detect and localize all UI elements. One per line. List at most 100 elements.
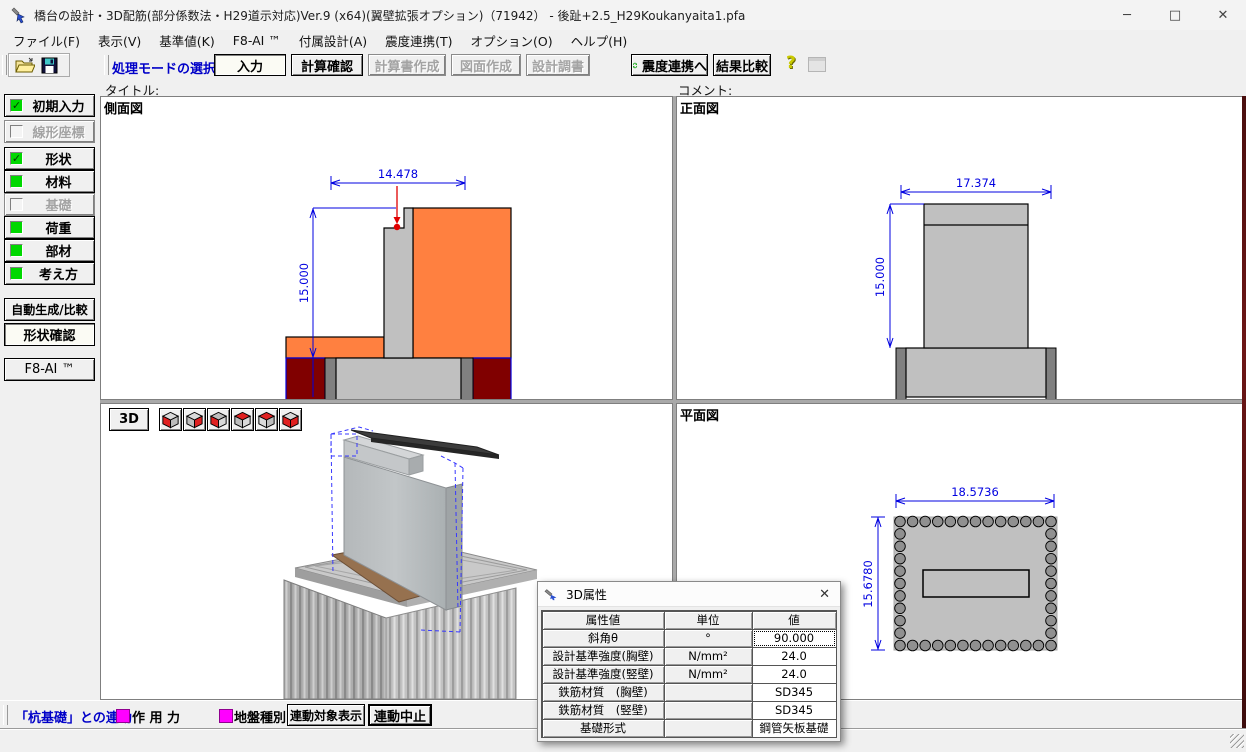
menu-file[interactable]: ファイル(F) xyxy=(4,29,89,52)
checkbox-filled-icon xyxy=(10,175,23,188)
table-header-row: 属性値 単位 値 xyxy=(542,611,836,629)
dialog-close-button[interactable]: ✕ xyxy=(815,587,834,602)
header-unit: 単位 xyxy=(664,611,753,630)
minimize-button[interactable]: ─ xyxy=(1104,0,1150,30)
pile-foundation-link-label[interactable]: 「杭基礎」との連動 xyxy=(15,707,132,726)
save-icon[interactable] xyxy=(41,57,58,74)
right-edge-artifact xyxy=(1242,96,1246,728)
side-width-dimension: 14.478 xyxy=(378,167,418,181)
abutment-wall-section xyxy=(384,208,413,358)
sidebar-item-linear-coords: 線形座標 xyxy=(4,120,95,143)
front-view-panel: 正面図 17.374 15.000 xyxy=(676,96,1246,400)
dialog-icon xyxy=(544,587,560,601)
side-view-panel: 側面図 14.478 15.000 xyxy=(100,96,673,400)
side-view-drawing: 14.478 15.000 xyxy=(101,97,672,399)
value-cell[interactable]: 90.000 xyxy=(752,629,837,648)
f8-ai-button[interactable]: F8-AI ™ xyxy=(4,358,95,381)
menu-help[interactable]: ヘルプ(H) xyxy=(562,29,637,52)
checkbox-filled-icon xyxy=(10,221,23,234)
value-cell[interactable]: 24.0 xyxy=(752,647,837,666)
seismic-link-label: 震度連携へ xyxy=(642,56,707,75)
checkbox-checked-icon: ✓ xyxy=(10,152,23,165)
side-height-dimension: 15.000 xyxy=(297,263,311,303)
checkbox-filled-icon xyxy=(10,244,23,257)
sync-icon xyxy=(632,59,638,72)
dialog-title: 3D属性 xyxy=(566,586,809,603)
seismic-link-button[interactable]: 震度連携へ xyxy=(631,54,708,76)
dialog-titlebar[interactable]: 3D属性 ✕ xyxy=(538,582,840,607)
menu-options[interactable]: オプション(O) xyxy=(462,29,562,52)
table-row: 設計基準強度(竪壁) N/mm² 24.0 xyxy=(542,665,836,683)
field-labels-row: タイトル: コメント: xyxy=(100,79,1246,96)
menu-f8ai[interactable]: F8-AI ™ xyxy=(224,31,290,50)
mode-design-book-button: 設計調書 xyxy=(526,54,590,76)
resize-grip[interactable] xyxy=(1230,734,1244,748)
sidebar-item-load[interactable]: 荷重 xyxy=(4,216,95,239)
toolbar: 処理モードの選択 入力 計算確認 計算書作成 図面作成 設計調書 震度連携へ 結… xyxy=(0,51,1246,80)
open-file-icon[interactable] xyxy=(15,57,35,74)
value-cell[interactable]: SD345 xyxy=(752,683,837,702)
sidebar-item-shape[interactable]: ✓形状 xyxy=(4,147,95,170)
header-value: 値 xyxy=(752,611,837,630)
window-title: 橋台の設計・3D配筋(部分係数法・H29道示対応)Ver.9 (x64)(翼壁拡… xyxy=(34,7,745,24)
attributes-table: 属性値 単位 値 斜角θ ° 90.000 設計基準強度(胸壁) N/mm² 2… xyxy=(541,610,837,738)
plan-view-title: 平面図 xyxy=(679,405,720,424)
pile-block-left-face xyxy=(284,580,386,699)
plan-height-dimension: 15.6780 xyxy=(861,560,875,608)
dialog-3d-attributes: 3D属性 ✕ 属性値 単位 値 斜角θ ° 90.000 設計基準強度(胸壁) … xyxy=(537,581,841,742)
value-cell[interactable]: 24.0 xyxy=(752,665,837,684)
sidebar-item-foundation: 基礎 xyxy=(4,193,95,216)
help-icon[interactable]: ? xyxy=(786,53,796,73)
table-row: 鉄筋材質 (竪壁) SD345 xyxy=(542,701,836,719)
menu-view[interactable]: 表示(V) xyxy=(89,29,150,52)
sidebar: ✓初期入力 線形座標 ✓形状 材料 基礎 荷重 部材 考え方 自動生成/比較 形… xyxy=(0,79,100,700)
mode-select-label: 処理モードの選択 xyxy=(112,58,216,77)
toolbar-grip xyxy=(3,705,8,725)
close-button[interactable]: ✕ xyxy=(1200,0,1246,30)
form-window-icon xyxy=(808,57,826,72)
front-view-drawing: 17.374 15.000 xyxy=(677,97,1245,399)
front-view-title: 正面図 xyxy=(679,98,720,117)
checkbox-empty-icon xyxy=(10,125,23,138)
acting-force-legend-label: 作 用 力 xyxy=(132,707,180,726)
sidebar-item-initial-input[interactable]: ✓初期入力 xyxy=(4,94,95,117)
menu-seismic-link[interactable]: 震度連携(T) xyxy=(376,29,461,52)
file-icon-group xyxy=(8,53,70,77)
header-attribute: 属性値 xyxy=(542,611,665,630)
side-view-title: 側面図 xyxy=(103,98,144,117)
sidebar-item-approach[interactable]: 考え方 xyxy=(4,262,95,285)
menubar: ファイル(F) 表示(V) 基準値(K) F8-AI ™ 付属設計(A) 震度連… xyxy=(0,30,1246,51)
acting-force-legend-swatch xyxy=(116,709,130,723)
show-link-target-button[interactable]: 連動対象表示 xyxy=(287,704,365,726)
menu-attached-design[interactable]: 付属設計(A) xyxy=(290,29,376,52)
menu-standard-values[interactable]: 基準値(K) xyxy=(150,29,223,52)
mode-calc-check-button[interactable]: 計算確認 xyxy=(291,54,363,76)
toolbar-grip xyxy=(2,55,7,75)
auto-generate-compare-button[interactable]: 自動生成/比較 xyxy=(4,298,95,321)
sidebar-item-material[interactable]: 材料 xyxy=(4,170,95,193)
footing-plan xyxy=(894,517,1057,650)
front-height-dimension: 15.000 xyxy=(873,257,887,297)
table-row: 基礎形式 鋼管矢板基礎 xyxy=(542,719,836,737)
table-row: 斜角θ ° 90.000 xyxy=(542,629,836,647)
mode-input-button[interactable]: 入力 xyxy=(214,54,286,76)
table-row: 鉄筋材質 (胸壁) SD345 xyxy=(542,683,836,701)
ground-type-legend-swatch xyxy=(219,709,233,723)
front-width-dimension: 17.374 xyxy=(956,176,996,190)
value-cell[interactable]: 鋼管矢板基礎 xyxy=(752,719,837,738)
toolbar-grip xyxy=(104,55,109,75)
result-compare-button[interactable]: 結果比較 xyxy=(713,54,771,76)
app-icon xyxy=(10,6,28,24)
shape-confirm-button[interactable]: 形状確認 xyxy=(4,323,95,346)
ground-type-legend-label: 地盤種別 xyxy=(234,707,286,726)
checkbox-empty-icon xyxy=(10,198,23,211)
table-row: 設計基準強度(胸壁) N/mm² 24.0 xyxy=(542,647,836,665)
wall-side-face xyxy=(446,484,462,610)
mode-drawing-button: 図面作成 xyxy=(451,54,521,76)
abort-link-button[interactable]: 連動中止 xyxy=(368,704,432,726)
sidebar-item-member[interactable]: 部材 xyxy=(4,239,95,262)
checkbox-filled-icon xyxy=(10,267,23,280)
value-cell[interactable]: SD345 xyxy=(752,701,837,720)
maximize-button[interactable]: □ xyxy=(1152,0,1198,30)
mode-report-button: 計算書作成 xyxy=(368,54,446,76)
